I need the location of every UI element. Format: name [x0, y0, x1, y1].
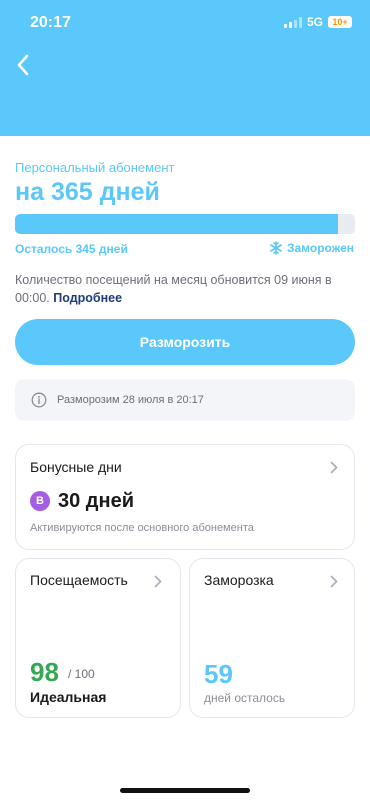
status-bar: 20:17 5G 10+	[0, 0, 370, 44]
status-indicators: 5G 10+	[283, 15, 352, 29]
battery-icon: 10+	[328, 16, 352, 28]
network-type: 5G	[306, 15, 323, 29]
attendance-title: Посещаемость	[30, 572, 128, 588]
chevron-right-icon	[330, 461, 338, 474]
visits-info: Количество посещений на месяц обновится …	[15, 271, 355, 307]
attendance-label: Идеальная	[30, 689, 107, 705]
freeze-title: Заморозка	[204, 572, 274, 588]
bonus-days-card[interactable]: Бонусные дни B 30 дней Активируются посл…	[15, 444, 355, 550]
bonus-days-note: Активируются после основного абонемента	[30, 522, 254, 534]
frozen-status: Заморожен	[269, 241, 354, 255]
attendance-max: / 100	[68, 667, 95, 681]
chevron-right-icon	[154, 575, 162, 588]
subscription-type: Персональный абонемент	[15, 160, 175, 175]
bonus-days-value: 30 дней	[58, 490, 134, 512]
status-time: 20:17	[30, 14, 71, 31]
home-indicator[interactable]	[120, 788, 250, 793]
subscription-title: на 365 дней	[15, 178, 160, 206]
bonus-days-title: Бонусные дни	[30, 459, 122, 475]
unfreeze-button[interactable]: Разморозить	[15, 319, 355, 365]
back-button[interactable]	[10, 52, 36, 78]
days-remaining: Осталось 345 дней	[15, 242, 128, 256]
attendance-score: 98	[30, 657, 59, 687]
snowflake-icon	[269, 241, 282, 255]
frozen-status-label: Заморожен	[286, 241, 354, 255]
info-icon	[31, 392, 47, 408]
freeze-days-value: 59	[204, 659, 233, 689]
unfreeze-notice-text: Разморозим 28 июля в 20:17	[57, 394, 204, 406]
freeze-days-label: дней осталось	[204, 691, 286, 705]
unfreeze-notice: Разморозим 28 июля в 20:17	[15, 379, 355, 421]
signal-icon	[283, 16, 302, 28]
chevron-right-icon	[330, 575, 338, 588]
subscription-progress-bar	[15, 214, 355, 234]
freeze-card[interactable]: Заморозка 59 дней осталось	[189, 558, 355, 718]
bonus-badge-icon: B	[30, 491, 50, 511]
chevron-left-icon	[17, 54, 29, 76]
attendance-card[interactable]: Посещаемость 98 / 100 Идеальная	[15, 558, 181, 718]
more-link[interactable]: Подробнее	[53, 291, 122, 305]
subscription-progress-fill	[15, 214, 338, 234]
